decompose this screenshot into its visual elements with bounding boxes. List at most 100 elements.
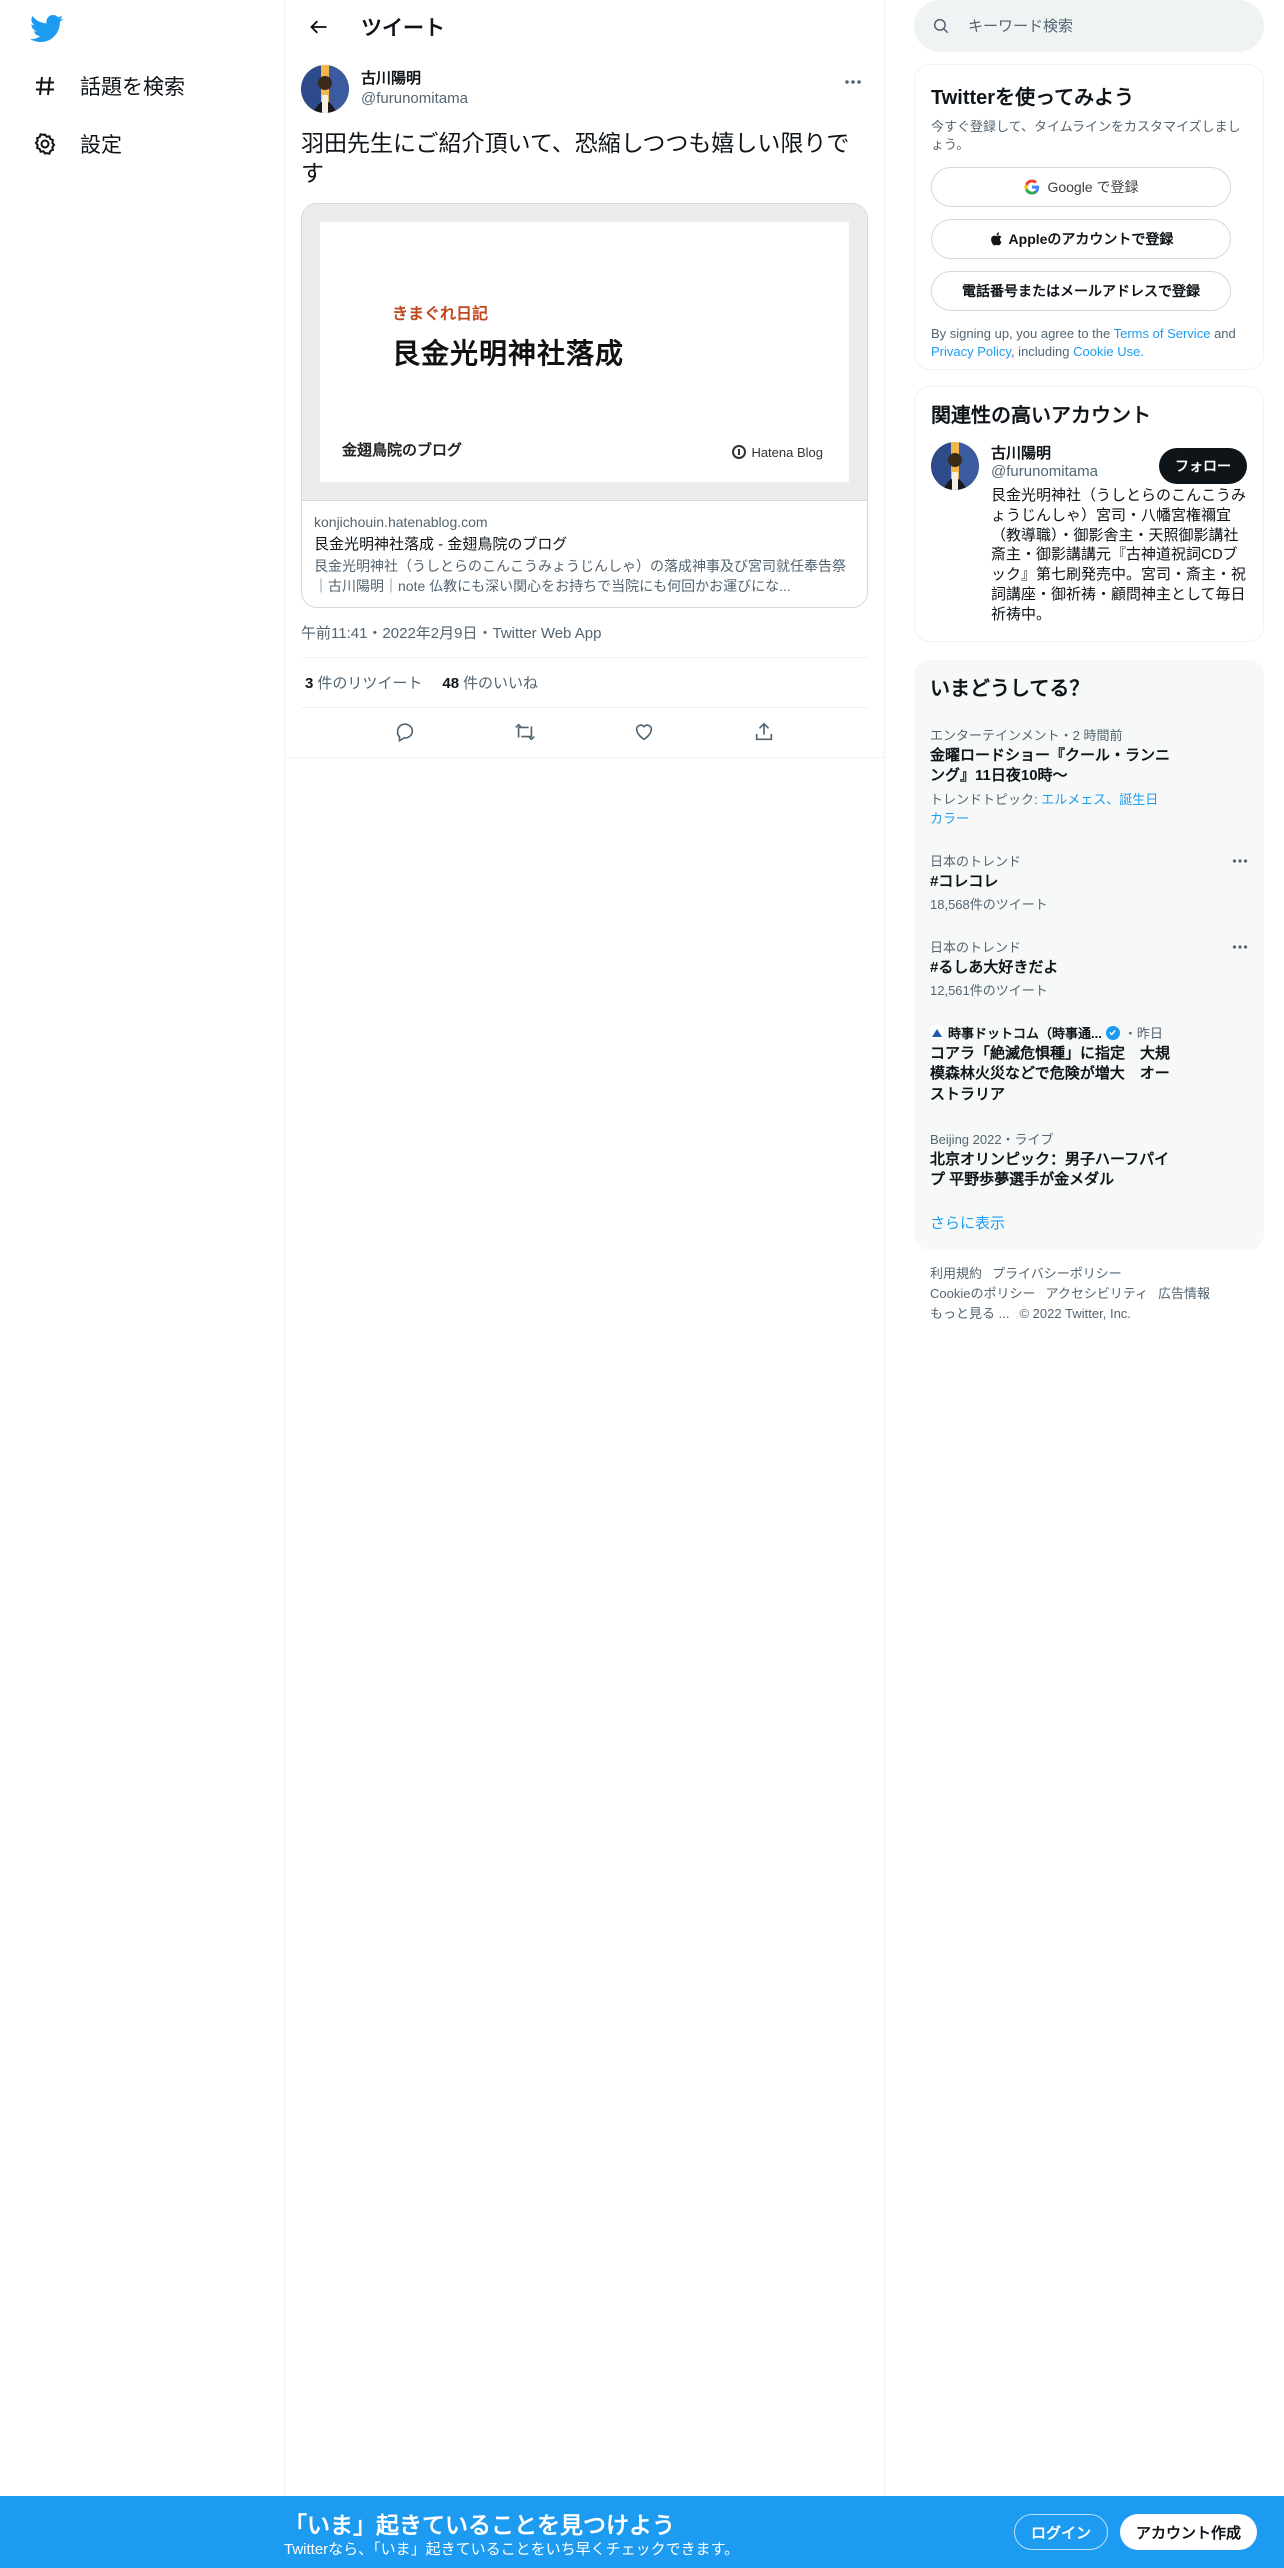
related-title: 関連性の高いアカウント xyxy=(931,405,1151,427)
tweet: 古川陽明 @furunomitama 羽田先生にご紹介頂いて、恐縮しつつも嬉しい… xyxy=(285,54,884,758)
card-description: 艮金光明神社（うしとらのこんこうみょうじんしゃ）の落成神事及び宮司就任奉告祭｜古… xyxy=(314,558,846,594)
ellipsis-icon xyxy=(845,80,861,84)
related-account[interactable]: 古川陽明 @furunomitama 艮金光明神社（うしとらのこんこうみょうじん… xyxy=(931,442,1247,625)
footer-links: 利用規約 プライバシーポリシー Cookieのポリシー アクセシビリティ 広告情報 も… xyxy=(930,1264,1250,1324)
hatena-brand-text: Hatena Blog xyxy=(751,444,823,460)
twitter-logo-icon[interactable] xyxy=(30,14,64,44)
tweet-timestamp[interactable]: 午前11:41・2022年2月9日・Twitter Web App xyxy=(301,622,868,658)
trends-panel: いまどうしてる？ エンターテインメント・2 時間前 金曜ロードショー『クール・ラ… xyxy=(914,660,1264,1250)
google-signup-button[interactable]: Google で登録 xyxy=(931,167,1231,208)
like-button[interactable] xyxy=(627,715,661,749)
bottom-bar-subtitle: Twitterなら、「いま」起きていることをいち早くチェックできます。 xyxy=(284,2541,740,2558)
signup-panel: Twitterを使ってみよう 今すぐ登録して、タイムラインをカスタマイズしましょ… xyxy=(914,64,1264,370)
trend-count: 12,561件のツイート xyxy=(930,983,1048,998)
search-bar[interactable] xyxy=(914,0,1264,52)
back-button[interactable] xyxy=(301,9,337,45)
privacy-policy-link[interactable]: Privacy Policy xyxy=(931,344,1011,359)
share-button[interactable] xyxy=(747,715,781,749)
apple-icon xyxy=(990,232,1001,246)
link-card[interactable]: きまぐれ日記 艮金光明神社落成 金翅鳥院のブログ Hatena Blog kon… xyxy=(301,202,868,608)
create-account-button[interactable]: アカウント作成 xyxy=(1120,2514,1258,2550)
footer-link-more[interactable]: もっと見る ... xyxy=(930,1306,1009,1321)
bottom-signup-bar: 「いま」起きていることを見つけよう Twitterなら、「いま」起きていることを… xyxy=(0,2496,1284,2568)
trend-item[interactable]: エンターテインメント・2 時間前 金曜ロードショー『クール・ランニング』11日夜… xyxy=(914,725,1264,827)
likes-stat[interactable]: 48 件のいいね xyxy=(442,672,538,693)
news-source-logo-icon xyxy=(930,1025,944,1040)
phone-email-signup-button[interactable]: 電話番号またはメールアドレスで登録 xyxy=(931,271,1231,312)
trend-item[interactable]: 日本のトレンド #るしあ大好きだよ 12,561件のツイート xyxy=(914,937,1264,999)
footer-link-cookies[interactable]: Cookieのポリシー xyxy=(930,1286,1035,1301)
retweets-label: 件のリツイート xyxy=(317,674,423,692)
avatar[interactable] xyxy=(931,442,979,490)
nav-item-label: 設定 xyxy=(80,134,122,157)
news-item[interactable]: Beijing 2022・ライブ 北京オリンピック：男子ハーフパイプ 平野歩夢選… xyxy=(914,1129,1264,1191)
terms-including-text: , including xyxy=(1010,343,1070,359)
card-meta: konjichouin.hatenablog.com 艮金光明神社落成 - 金翅… xyxy=(302,499,867,607)
reply-icon xyxy=(396,723,413,743)
heart-icon xyxy=(636,724,653,741)
retweets-count: 3 xyxy=(305,674,314,692)
trend-topics-prefix: トレンドトピック: xyxy=(930,791,1042,807)
news-time: ・昨日 xyxy=(1123,1026,1163,1041)
page-title: ツイート xyxy=(361,17,445,40)
likes-label: 件のいいね xyxy=(463,674,539,692)
trend-name: #コレコレ xyxy=(930,872,999,890)
phone-email-signup-label: 電話番号またはメールアドレスで登録 xyxy=(962,283,1200,300)
search-input[interactable] xyxy=(966,16,1226,36)
terms-and-text: and xyxy=(1214,326,1236,342)
author-handle[interactable]: @furunomitama xyxy=(361,89,468,109)
google-signup-label: Google で登録 xyxy=(1047,179,1139,196)
retweet-icon xyxy=(514,723,535,741)
news-source-name: 時事ドットコム（時事通... xyxy=(948,1026,1102,1041)
retweets-stat[interactable]: 3 件のリツイート xyxy=(305,672,422,693)
trend-more-button[interactable] xyxy=(1232,851,1248,868)
retweet-button[interactable] xyxy=(508,715,542,749)
ellipsis-icon xyxy=(1232,945,1248,949)
trend-topics: トレンドトピック: エルメェス、誕生日カラー xyxy=(930,789,1170,827)
cookie-use-link[interactable]: Cookie Use. xyxy=(1073,344,1144,359)
bottom-bar-title: 「いま」起きていることを見つけよう xyxy=(284,2512,675,2538)
footer-link-accessibility[interactable]: アクセシビリティ xyxy=(1045,1286,1148,1301)
card-image: きまぐれ日記 艮金光明神社落成 金翅鳥院のブログ Hatena Blog xyxy=(302,203,867,500)
trend-meta: 日本のトレンド xyxy=(930,939,1022,955)
footer-link-privacy[interactable]: プライバシーポリシー xyxy=(992,1266,1122,1281)
nav-item-settings[interactable]: 設定 xyxy=(32,122,122,166)
apple-signup-label: Appleのアカウントで登録 xyxy=(1008,231,1174,248)
tweet-stats: 3 件のリツイート 48 件のいいね xyxy=(301,658,868,708)
card-domain: konjichouin.hatenablog.com xyxy=(314,513,488,530)
author-name[interactable]: 古川陽明 xyxy=(361,69,468,89)
trends-title: いまどうしてる？ xyxy=(930,678,1090,700)
login-button[interactable]: ログイン xyxy=(1014,2514,1109,2550)
gear-icon xyxy=(32,131,58,157)
news-headline: 北京オリンピック：男子ハーフパイプ 平野歩夢選手が金メダル xyxy=(930,1150,1170,1188)
apple-signup-button[interactable]: Appleのアカウントで登録 xyxy=(931,219,1231,260)
avatar[interactable] xyxy=(301,65,349,113)
footer-link-ads-info[interactable]: 広告情報 xyxy=(1158,1286,1210,1301)
hatena-icon xyxy=(732,445,747,460)
card-image-blog-name: 金翅鳥院のブログ xyxy=(342,441,463,459)
tweet-text: 羽田先生にご紹介頂いて、恐縮しつつも嬉しい限りです xyxy=(301,130,850,187)
trend-item[interactable]: 日本のトレンド #コレコレ 18,568件のツイート xyxy=(914,851,1264,913)
footer-link-terms[interactable]: 利用規約 xyxy=(930,1266,982,1281)
news-headline: コアラ「絶滅危惧種」に指定 大規模森林火災などで危険が増大 オーストラリア xyxy=(930,1045,1171,1103)
terms-of-service-link[interactable]: Terms of Service xyxy=(1114,326,1211,341)
trend-name: 金曜ロードショー『クール・ランニング』11日夜10時〜 xyxy=(930,747,1171,785)
main-column: ツイート 古川陽明 @furunomitama 羽田先生にご紹介頂いて、恐縮しつ… xyxy=(284,0,885,2496)
reply-button[interactable] xyxy=(388,715,422,749)
signup-subtitle: 今すぐ登録して、タイムラインをカスタマイズしましょう。 xyxy=(931,119,1241,152)
footer-copyright: © 2022 Twitter, Inc. xyxy=(1019,1306,1131,1322)
nav-item-explore[interactable]: 話題を検索 xyxy=(32,64,185,108)
news-source: 時事ドットコム（時事通... ・昨日 xyxy=(930,1023,1248,1042)
related-account-bio: 艮金光明神社（うしとらのこんこうみょうじんしゃ）宮司・八幡宮権禰宜（教導職）・御… xyxy=(991,487,1247,623)
more-options-button[interactable] xyxy=(838,72,868,92)
card-image-headline: 艮金光明神社落成 xyxy=(392,337,625,369)
trend-meta: Beijing 2022・ライブ xyxy=(930,1131,1054,1147)
card-title: 艮金光明神社落成 - 金翅鳥院のブログ xyxy=(314,536,568,554)
news-item[interactable]: 時事ドットコム（時事通... ・昨日 コアラ「絶滅危惧種」に指定 大規模森林火災… xyxy=(914,1023,1264,1105)
tweet-author: 古川陽明 @furunomitama xyxy=(301,64,868,114)
left-navigation: 話題を検索 設定 xyxy=(0,0,284,2568)
trend-more-button[interactable] xyxy=(1232,937,1248,954)
show-more-link[interactable]: さらに表示 xyxy=(930,1212,1005,1233)
follow-button[interactable]: フォロー xyxy=(1159,448,1247,484)
verified-badge-icon xyxy=(1105,1025,1120,1040)
